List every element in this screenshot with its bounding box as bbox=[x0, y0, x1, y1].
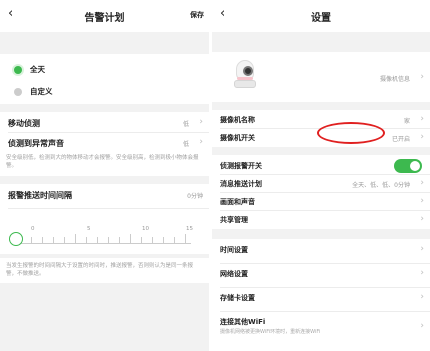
slider-tick bbox=[119, 237, 120, 243]
alarm-plan-screen: ‹ 告警计划 保存 全天 自定义 移动侦测 低 › 侦测到异常声音 低 › 安全… bbox=[0, 0, 209, 351]
push-interval-row: 报警推送时间间隔 0分钟 bbox=[0, 186, 209, 204]
slider-tick bbox=[141, 237, 142, 243]
divider bbox=[8, 132, 209, 133]
camera-info-row[interactable]: 摄像机信息 › bbox=[212, 52, 430, 100]
radio-unselected-icon[interactable] bbox=[14, 88, 22, 96]
chevron-right-icon: › bbox=[420, 132, 424, 142]
camera-info-label: 摄像机信息 bbox=[379, 76, 410, 83]
motion-label: 移动侦测 bbox=[8, 119, 40, 128]
settings-screen: ‹ 设置 摄像机信息 › 摄像机名称 家 › 摄像机开关 已开启 › 侦测报警开… bbox=[212, 0, 430, 351]
save-button[interactable]: 保存 bbox=[190, 10, 204, 20]
chevron-right-icon: › bbox=[420, 214, 424, 224]
chevron-right-icon: › bbox=[199, 137, 203, 147]
wifi-subtext: 摄像机网络被更换WiFi环境时，重新连接WiFi bbox=[220, 329, 321, 335]
network-settings-row[interactable]: 网络设置 › bbox=[212, 265, 430, 281]
nav-bar: ‹ 告警计划 保存 bbox=[0, 0, 209, 32]
row-label: 侦测报警开关 bbox=[220, 162, 262, 170]
slider-tick bbox=[53, 237, 54, 243]
slider-tick bbox=[31, 237, 32, 243]
divider bbox=[8, 208, 209, 209]
scale-label: 5 bbox=[87, 226, 91, 232]
chevron-right-icon: › bbox=[420, 244, 424, 254]
chevron-right-icon: › bbox=[420, 292, 424, 302]
section-gap bbox=[0, 283, 209, 351]
motion-detection-row[interactable]: 移动侦测 低 › bbox=[0, 114, 209, 132]
scale-label: 10 bbox=[142, 226, 149, 232]
sound-label: 侦测到异常声音 bbox=[8, 139, 64, 148]
slider-tick bbox=[86, 237, 87, 243]
option-custom[interactable]: 自定义 bbox=[0, 84, 209, 102]
interval-description: 当发生报警的时间间隔大于设置的时间时，推送报警，否则则认为是同一条报警，不做推送… bbox=[6, 263, 194, 277]
section-gap bbox=[0, 32, 209, 54]
sound-value: 低 bbox=[182, 141, 189, 148]
sensitivity-description: 安全级别低，检测到大的物体移动才会报警。安全级别高，检测到极小物体会报警。 bbox=[6, 155, 199, 169]
highlight-circle bbox=[317, 122, 385, 144]
scale-label: 15 bbox=[186, 226, 193, 232]
push-plan-row[interactable]: 消息推送计划 全天、低、低、0分钟 › bbox=[212, 175, 430, 191]
option-label: 自定义 bbox=[30, 87, 53, 96]
nav-bar: ‹ 设置 bbox=[212, 0, 430, 32]
connect-wifi-row[interactable]: 连接其他WiFi 摄像机网络被更换WiFi环境时，重新连接WiFi › bbox=[212, 313, 430, 341]
section-gap bbox=[0, 176, 209, 184]
slider-tick bbox=[152, 237, 153, 243]
scale-label: 0 bbox=[31, 226, 35, 232]
chevron-right-icon: › bbox=[420, 178, 424, 188]
section-gap bbox=[212, 32, 430, 52]
chevron-right-icon: › bbox=[420, 196, 424, 206]
slider-tick bbox=[130, 234, 131, 243]
share-management-row[interactable]: 共享管理 › bbox=[212, 211, 430, 227]
row-label: 摄像机名称 bbox=[220, 116, 255, 124]
divider bbox=[220, 263, 430, 264]
interval-label: 报警推送时间间隔 bbox=[8, 191, 72, 200]
radio-selected-icon[interactable] bbox=[14, 66, 22, 74]
row-label: 摄像机开关 bbox=[220, 134, 255, 142]
row-label: 画面和声音 bbox=[220, 198, 255, 206]
section-gap bbox=[212, 229, 430, 239]
motion-value: 低 bbox=[182, 121, 189, 128]
row-label: 网络设置 bbox=[220, 270, 248, 278]
push-plan-value: 全天、低、低、0分钟 bbox=[352, 182, 410, 189]
time-settings-row[interactable]: 时间设置 › bbox=[212, 241, 430, 257]
slider-handle[interactable] bbox=[9, 232, 23, 246]
chevron-right-icon: › bbox=[199, 117, 203, 127]
section-gap bbox=[212, 147, 430, 155]
slider-tick bbox=[97, 237, 98, 243]
slider-tick bbox=[42, 237, 43, 243]
slider-tick bbox=[64, 237, 65, 243]
chevron-right-icon: › bbox=[420, 321, 424, 331]
camera-switch-value: 已开启 bbox=[391, 136, 410, 143]
slider-tick bbox=[185, 234, 186, 243]
chevron-right-icon: › bbox=[420, 114, 424, 124]
interval-slider-track[interactable] bbox=[20, 234, 191, 244]
interval-value: 0分钟 bbox=[187, 193, 203, 200]
sound-detection-row[interactable]: 侦测到异常声音 低 › bbox=[0, 134, 209, 152]
camera-name-value: 家 bbox=[403, 118, 410, 125]
section-gap bbox=[212, 102, 430, 110]
option-label: 全天 bbox=[30, 65, 45, 74]
chevron-right-icon: › bbox=[420, 72, 424, 82]
slider-tick bbox=[75, 234, 76, 243]
row-label: 消息推送计划 bbox=[220, 180, 262, 188]
slider-tick bbox=[108, 237, 109, 243]
section-gap bbox=[0, 254, 209, 258]
row-label: 连接其他WiFi bbox=[220, 318, 266, 326]
divider bbox=[220, 311, 430, 312]
camera-name-row[interactable]: 摄像机名称 家 › bbox=[212, 111, 430, 127]
row-label: 共享管理 bbox=[220, 216, 248, 224]
option-all-day[interactable]: 全天 bbox=[0, 62, 209, 80]
row-label: 时间设置 bbox=[220, 246, 248, 254]
page-title: 设置 bbox=[311, 13, 331, 24]
detection-alarm-row: 侦测报警开关 bbox=[212, 157, 430, 173]
section-gap bbox=[0, 104, 209, 112]
picture-sound-row[interactable]: 画面和声音 › bbox=[212, 193, 430, 209]
row-label: 存储卡设置 bbox=[220, 294, 255, 302]
chevron-right-icon: › bbox=[420, 268, 424, 278]
slider-tick bbox=[163, 237, 164, 243]
slider-tick bbox=[174, 237, 175, 243]
detection-alarm-toggle[interactable] bbox=[394, 159, 422, 173]
camera-icon bbox=[234, 60, 256, 88]
divider bbox=[220, 287, 430, 288]
storage-card-row[interactable]: 存储卡设置 › bbox=[212, 289, 430, 305]
page-title: 告警计划 bbox=[84, 13, 125, 24]
